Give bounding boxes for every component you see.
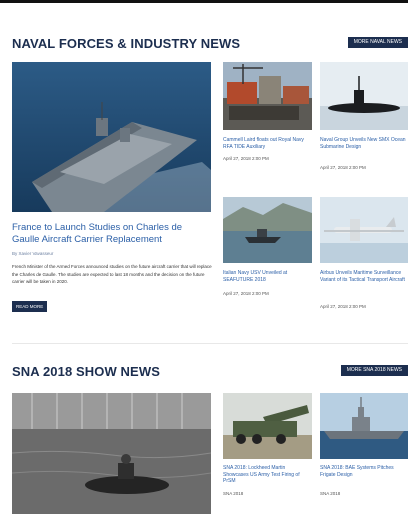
more-naval-news-button[interactable]: MORE NAVAL NEWS (347, 37, 408, 48)
article-image[interactable] (223, 197, 312, 263)
read-more-button[interactable]: READ MORE (12, 301, 48, 312)
lead-article-image[interactable] (12, 62, 211, 212)
article-title[interactable]: SNA 2018: Lockheed Martin Showcases US A… (223, 465, 311, 485)
article-title[interactable]: SNA 2018: BAE Systems Pitches Frigate De… (320, 465, 408, 478)
article-date: SNA 2018 (320, 491, 341, 496)
lead-article-title[interactable]: France to Launch Studies on Charles de G… (12, 222, 212, 246)
article-date: SNA 2018 (223, 491, 244, 496)
article-title[interactable]: Airbus Unveils Maritime Surveillance Var… (320, 270, 408, 283)
article-image[interactable] (223, 393, 312, 459)
article-image[interactable] (320, 62, 408, 130)
section-title: SNA 2018 SHOW NEWS (12, 364, 160, 379)
article-date: April 27, 2018 2:00 PM (223, 156, 269, 161)
lead-article-excerpt: French Minister of the Armed Forces anno… (12, 264, 212, 284)
lead-article-meta: By Xavier Vavasseur (12, 251, 54, 256)
article-date: April 27, 2018 2:00 PM (223, 291, 269, 296)
article-title[interactable]: Naval Group Unveils New SMX Ocean Submar… (320, 137, 408, 150)
section-naval-news-header: NAVAL FORCES & INDUSTRY NEWS MORE NAVAL … (12, 36, 408, 56)
article-title[interactable]: Cammell Laird floats out Royal Navy RFA … (223, 137, 311, 150)
article-date: April 27, 2018 2:00 PM (320, 165, 366, 170)
article-image[interactable] (223, 62, 312, 130)
article-title[interactable]: Italian Navy USV Unveiled at SEAFUTURE 2… (223, 270, 311, 283)
article-image[interactable] (320, 197, 408, 263)
article-image[interactable] (320, 393, 408, 459)
section-sna-news-header: SNA 2018 SHOW NEWS MORE SNA 2018 NEWS (12, 364, 408, 384)
section-title: NAVAL FORCES & INDUSTRY NEWS (12, 36, 241, 51)
lead-article-image[interactable] (12, 393, 211, 514)
more-sna-news-button[interactable]: MORE SNA 2018 NEWS (340, 365, 408, 376)
section-divider (12, 343, 408, 344)
article-date: April 27, 2018 2:00 PM (320, 304, 366, 309)
top-rule (0, 0, 408, 3)
